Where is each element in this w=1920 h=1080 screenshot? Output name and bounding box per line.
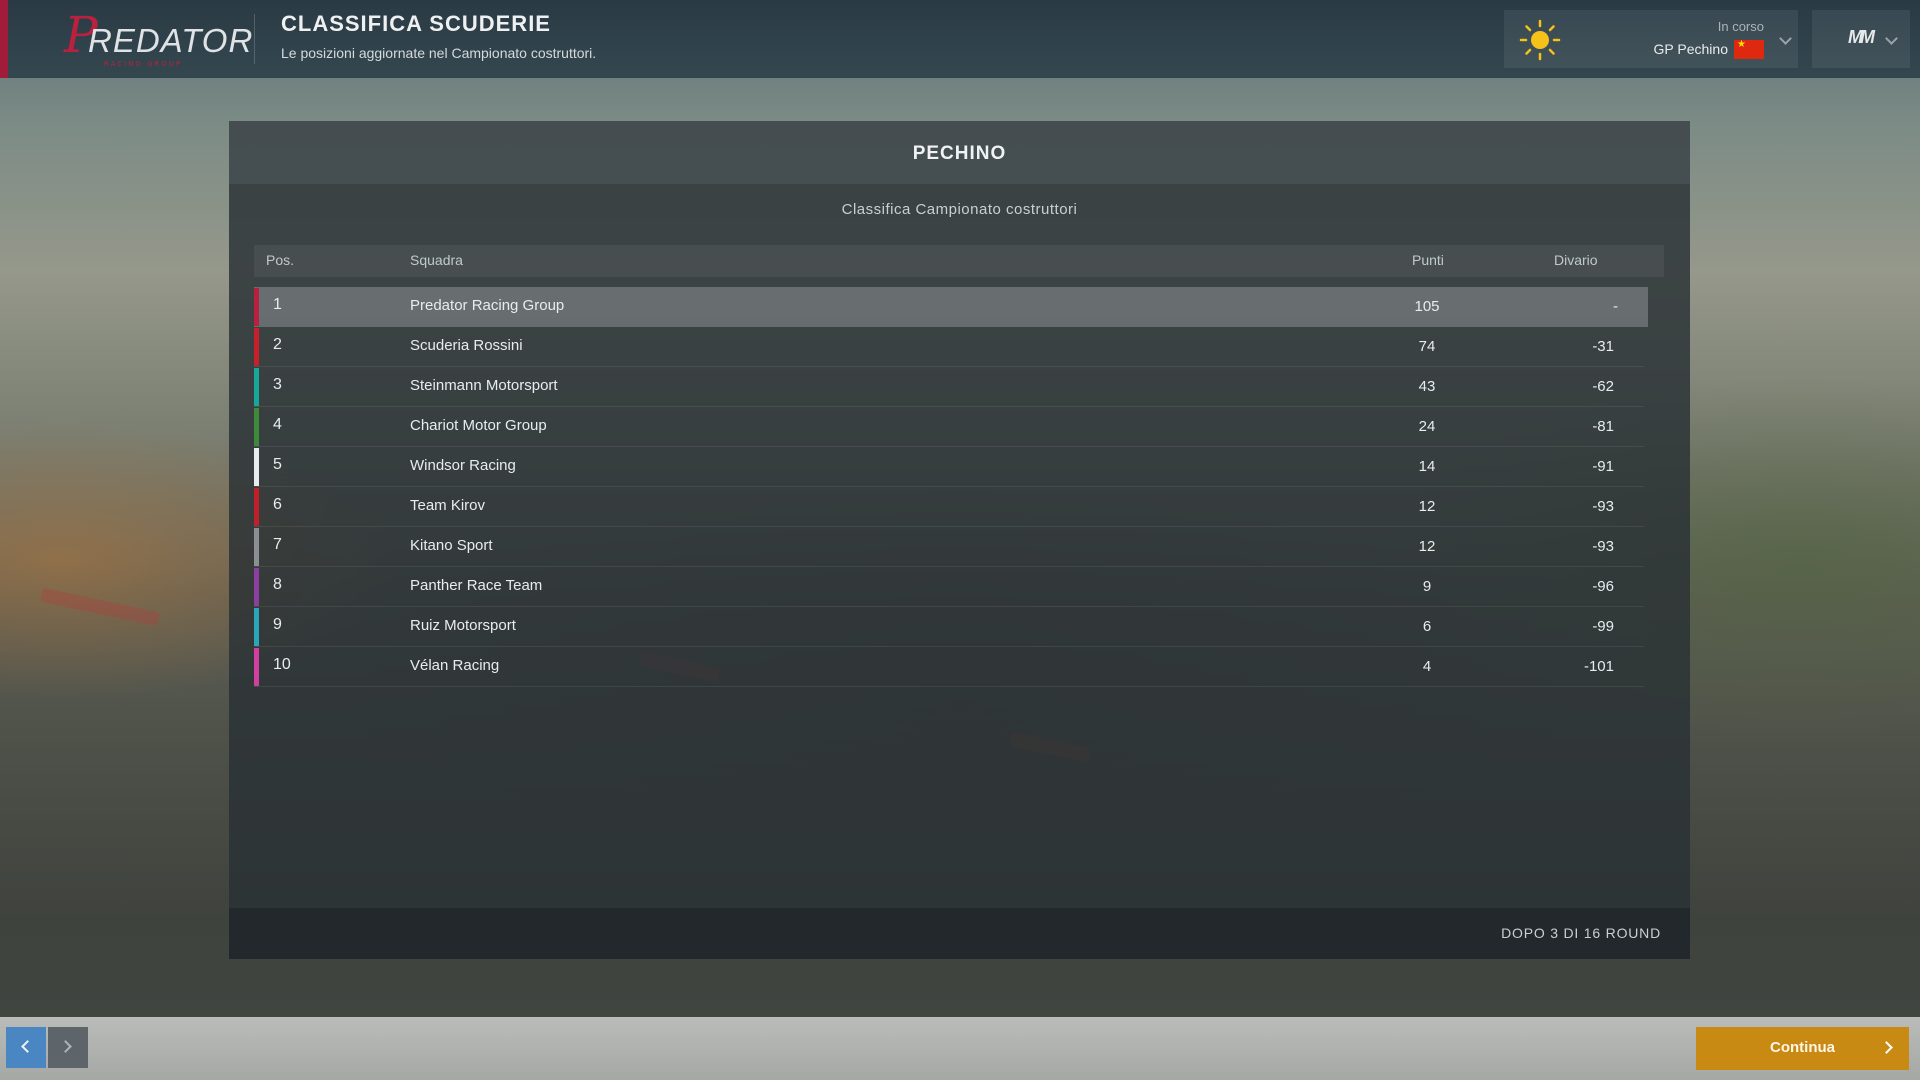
row-position: 10 <box>273 656 291 673</box>
team-color-bar <box>254 608 259 646</box>
continue-label: Continua <box>1770 1039 1835 1056</box>
table-header: Pos. Squadra Punti Divario <box>254 245 1664 277</box>
row-team: Chariot Motor Group <box>410 417 547 434</box>
panel-subtitle: Classifica Campionato costruttori <box>841 201 1078 218</box>
team-color-bar <box>254 568 259 606</box>
panel-header: PECHINO <box>229 121 1690 184</box>
chevron-right-icon <box>59 1040 72 1053</box>
bottom-bar: Continua <box>0 1017 1920 1080</box>
header-divider <box>254 14 255 64</box>
row-gap: -93 <box>1592 498 1614 515</box>
row-points: 9 <box>1422 578 1432 595</box>
team-logo: P REDATOR RACING GROUP <box>64 6 254 68</box>
column-header-gap: Divario <box>1554 252 1598 268</box>
team-color-bar <box>254 288 259 326</box>
row-team: Kitano Sport <box>410 537 493 554</box>
top-bar: P REDATOR RACING GROUP CLASSIFICA SCUDER… <box>0 0 1920 78</box>
game-menu-dropdown[interactable]: MM <box>1812 10 1910 68</box>
row-team: Predator Racing Group <box>410 297 565 314</box>
chevron-left-icon <box>21 1040 34 1053</box>
column-header-team: Squadra <box>410 252 463 268</box>
row-points: 12 <box>1418 498 1436 515</box>
game-logo: MM <box>1848 27 1875 47</box>
row-position: 6 <box>273 496 282 513</box>
panel-footer: DOPO 3 DI 16 ROUND <box>229 908 1690 959</box>
row-position: 9 <box>273 616 282 633</box>
race-status: In corso <box>1717 19 1764 34</box>
team-color-bar <box>254 448 259 486</box>
column-header-pos: Pos. <box>266 252 295 268</box>
standings-table: 1 Predator Racing Group 105 - 2 Scuderia… <box>254 287 1648 687</box>
chevron-down-icon <box>1885 32 1898 45</box>
row-position: 7 <box>273 536 282 553</box>
table-row[interactable]: 6 Team Kirov 12 -93 <box>254 487 1644 527</box>
row-points: 43 <box>1418 378 1436 395</box>
row-points: 74 <box>1418 338 1436 355</box>
row-points: 24 <box>1418 418 1436 435</box>
previous-button[interactable] <box>6 1027 46 1068</box>
team-color-bar <box>254 648 259 686</box>
row-team: Scuderia Rossini <box>410 337 523 354</box>
table-row[interactable]: 7 Kitano Sport 12 -93 <box>254 527 1644 567</box>
panel-title: PECHINO <box>912 143 1007 164</box>
table-row[interactable]: 9 Ruiz Motorsport 6 -99 <box>254 607 1644 647</box>
row-points: 105 <box>1414 298 1440 315</box>
table-row[interactable]: 2 Scuderia Rossini 74 -31 <box>254 327 1644 367</box>
race-name: GP Pechino <box>1653 41 1728 57</box>
row-gap: - <box>1613 298 1618 315</box>
page-title: CLASSIFICA SCUDERIE <box>281 11 551 36</box>
table-row[interactable]: 1 Predator Racing Group 105 - <box>254 287 1648 327</box>
row-points: 12 <box>1418 538 1436 555</box>
row-gap: -81 <box>1592 418 1614 435</box>
row-gap: -91 <box>1592 458 1614 475</box>
row-points: 4 <box>1422 658 1432 675</box>
table-row[interactable]: 3 Steinmann Motorsport 43 -62 <box>254 367 1644 407</box>
column-header-points: Punti <box>1412 252 1444 268</box>
row-team: Panther Race Team <box>410 577 543 594</box>
row-position: 4 <box>273 416 282 433</box>
team-color-bar <box>254 368 259 406</box>
team-color-bar <box>254 408 259 446</box>
table-row[interactable]: 10 Vélan Racing 4 -101 <box>254 647 1644 687</box>
table-row[interactable]: 5 Windsor Racing 14 -91 <box>254 447 1644 487</box>
team-color-bar <box>254 488 259 526</box>
sun-icon <box>1519 19 1561 61</box>
row-position: 3 <box>273 376 282 393</box>
row-gap: -101 <box>1583 658 1614 675</box>
row-gap: -31 <box>1592 338 1614 355</box>
row-gap: -93 <box>1592 538 1614 555</box>
team-color-bar <box>254 528 259 566</box>
row-points: 14 <box>1418 458 1436 475</box>
row-points: 6 <box>1422 618 1432 635</box>
row-gap: -96 <box>1592 578 1614 595</box>
row-gap: -62 <box>1592 378 1614 395</box>
background-track-detail <box>39 587 161 627</box>
next-button[interactable] <box>48 1027 88 1068</box>
row-team: Steinmann Motorsport <box>410 377 558 394</box>
row-position: 5 <box>273 456 282 473</box>
table-row[interactable]: 4 Chariot Motor Group 24 -81 <box>254 407 1644 447</box>
row-position: 8 <box>273 576 282 593</box>
race-info-dropdown[interactable]: In corso GP Pechino ★ <box>1504 10 1798 68</box>
page-subtitle: Le posizioni aggiornate nel Campionato c… <box>281 45 597 61</box>
row-position: 1 <box>273 296 282 313</box>
team-color-bar <box>254 328 259 366</box>
chevron-down-icon <box>1779 32 1792 45</box>
row-team: Ruiz Motorsport <box>410 617 516 634</box>
top-bar-accent <box>0 0 8 78</box>
row-gap: -99 <box>1592 618 1614 635</box>
table-row[interactable]: 8 Panther Race Team 9 -96 <box>254 567 1644 607</box>
row-team: Team Kirov <box>410 497 486 514</box>
row-team: Vélan Racing <box>410 657 500 674</box>
round-info: DOPO 3 DI 16 ROUND <box>1501 925 1661 941</box>
china-flag-icon: ★ <box>1734 40 1764 59</box>
row-team: Windsor Racing <box>410 457 516 474</box>
row-position: 2 <box>273 336 282 353</box>
continue-button[interactable]: Continua <box>1696 1027 1909 1070</box>
standings-panel: PECHINO Classifica Campionato costruttor… <box>229 121 1690 959</box>
